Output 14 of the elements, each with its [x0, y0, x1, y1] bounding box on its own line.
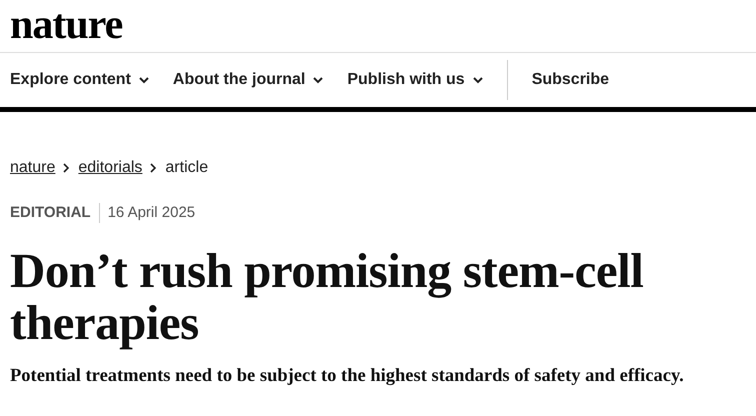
- chevron-right-icon: [63, 163, 70, 173]
- article-title: Don’t rush promising stem-cell therapies: [9, 242, 644, 348]
- article-type: EDITORIAL: [10, 203, 91, 223]
- nav-item[interactable]: Publish with us: [347, 68, 483, 92]
- breadcrumb-link[interactable]: editorials: [78, 156, 142, 180]
- breadcrumb-link[interactable]: nature: [10, 156, 56, 180]
- nav-item[interactable]: Explore content: [10, 68, 149, 92]
- chevron-right-icon: [150, 163, 158, 173]
- site-logo[interactable]: nature: [10, 2, 122, 48]
- nav-item[interactable]: About the journal: [172, 68, 324, 92]
- nav-item[interactable]: Subscribe: [532, 68, 610, 92]
- breadcrumb-current: article: [165, 158, 208, 178]
- publish-date: 16 April 2025: [108, 203, 196, 223]
- article-standfirst: Potential treatments need to be subject to the highest standards of safety and efficacy.: [9, 364, 685, 388]
